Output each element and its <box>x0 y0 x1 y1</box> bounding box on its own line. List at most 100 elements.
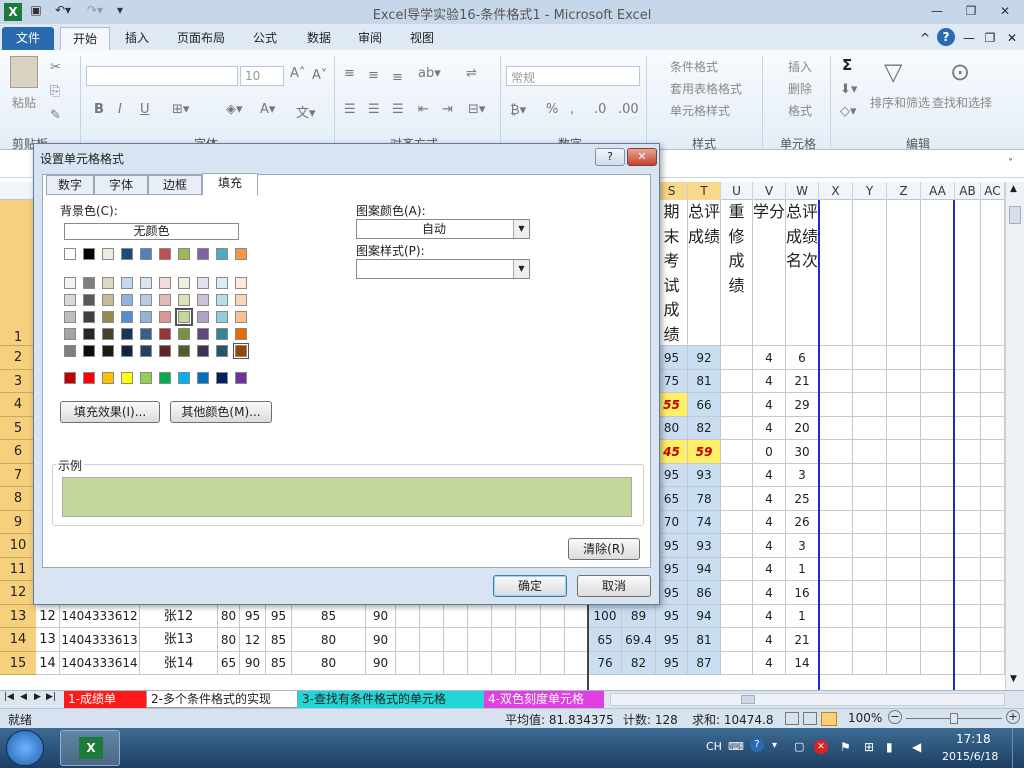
scroll-down-icon[interactable]: ▼ <box>1010 674 1017 684</box>
cell-AA11[interactable] <box>921 558 955 581</box>
cell-AA9[interactable] <box>921 511 955 534</box>
color-swatch[interactable] <box>178 248 190 260</box>
copy-icon[interactable]: ⎘ <box>50 84 60 99</box>
color-swatch[interactable] <box>159 328 171 340</box>
color-swatch[interactable] <box>175 308 193 326</box>
row-header-3[interactable]: 3 <box>0 370 36 393</box>
cell-AB6[interactable] <box>955 440 981 464</box>
color-swatch[interactable] <box>83 248 95 260</box>
cell-S15[interactable]: 95 <box>656 652 688 675</box>
tab-font[interactable]: 字体 <box>94 175 148 195</box>
cell-X6[interactable] <box>819 440 853 464</box>
color-swatch[interactable] <box>178 372 190 384</box>
color-swatch[interactable] <box>83 345 95 357</box>
color-swatch[interactable] <box>140 311 152 323</box>
prev-sheet-icon[interactable]: ◀ <box>20 692 27 702</box>
cell-AA15[interactable] <box>921 652 955 675</box>
sheet-tab-4[interactable]: 4-双色刻度单元格 <box>484 691 604 708</box>
cell-Z7[interactable] <box>887 464 921 487</box>
cell-AB3[interactable] <box>955 370 981 393</box>
header-cell-V[interactable]: 学分 <box>753 200 786 346</box>
ok-button[interactable]: 确定 <box>493 575 567 597</box>
cell-Z12[interactable] <box>887 581 921 605</box>
italic-button[interactable]: I <box>118 102 122 117</box>
cell-AC1[interactable] <box>981 200 1005 346</box>
tab-data[interactable]: 数据 <box>296 27 342 50</box>
cell-U5[interactable] <box>721 417 753 440</box>
cell-V6[interactable]: 0 <box>753 440 786 464</box>
cell-empty[interactable] <box>516 652 541 675</box>
cell-T15[interactable]: 87 <box>688 652 721 675</box>
format-cells-button[interactable]: 格式 <box>788 102 812 119</box>
page-break-view-icon[interactable] <box>821 712 837 726</box>
color-swatch[interactable] <box>197 372 209 384</box>
color-swatch[interactable] <box>121 248 133 260</box>
clock-time[interactable]: 17:18 <box>956 732 991 746</box>
color-swatch[interactable] <box>121 328 133 340</box>
cell-Z1[interactable] <box>887 200 921 346</box>
tab-insert[interactable]: 插入 <box>114 27 160 50</box>
cell-U3[interactable] <box>721 370 753 393</box>
grow-font-icon[interactable]: A˄ <box>290 66 305 81</box>
insert-cells-button[interactable]: 插入 <box>788 58 812 75</box>
cell-S2[interactable]: 95 <box>656 346 688 370</box>
cell-Z13[interactable] <box>887 605 921 628</box>
cell-T12[interactable]: 86 <box>688 581 721 605</box>
cell-X10[interactable] <box>819 534 853 558</box>
cell-empty[interactable] <box>492 628 517 652</box>
cell-U13[interactable] <box>721 605 753 628</box>
dialog-help-button[interactable]: ? <box>595 148 625 166</box>
cell-F14[interactable]: 85 <box>266 628 292 652</box>
cell-AA8[interactable] <box>921 487 955 511</box>
currency-icon[interactable]: ₿▾ <box>510 102 526 118</box>
find-select-icon[interactable]: ⊙ <box>950 58 970 86</box>
first-sheet-icon[interactable]: |◀ <box>4 692 14 702</box>
color-swatch[interactable] <box>102 328 114 340</box>
cell-U12[interactable] <box>721 581 753 605</box>
color-swatch[interactable] <box>64 248 76 260</box>
cell-T4[interactable]: 66 <box>688 393 721 417</box>
cell-V8[interactable]: 4 <box>753 487 786 511</box>
indent-increase-icon[interactable]: ⇥ <box>442 102 453 117</box>
cell-AB1[interactable] <box>955 200 981 346</box>
cell-empty[interactable] <box>444 605 469 628</box>
cell-AA10[interactable] <box>921 534 955 558</box>
cell-Q14[interactable]: 65 <box>589 628 622 652</box>
cell-Y8[interactable] <box>853 487 887 511</box>
cell-S13[interactable]: 95 <box>656 605 688 628</box>
cell-empty[interactable] <box>468 628 493 652</box>
fill-down-icon[interactable]: ⬇▾ <box>840 82 857 97</box>
color-swatch[interactable] <box>178 328 190 340</box>
keyboard-icon[interactable]: ⌨ <box>728 740 744 753</box>
zoom-level[interactable]: 100% <box>848 711 882 725</box>
cell-Z8[interactable] <box>887 487 921 511</box>
cell-W4[interactable]: 29 <box>786 393 819 417</box>
color-swatch[interactable] <box>102 277 114 289</box>
cell-empty[interactable] <box>420 605 445 628</box>
cell-AA7[interactable] <box>921 464 955 487</box>
cell-T8[interactable]: 78 <box>688 487 721 511</box>
color-swatch[interactable] <box>64 294 76 306</box>
cell-W15[interactable]: 14 <box>786 652 819 675</box>
color-swatch[interactable] <box>216 311 228 323</box>
cell-H15[interactable]: 90 <box>366 652 396 675</box>
cell-U10[interactable] <box>721 534 753 558</box>
cell-Z3[interactable] <box>887 370 921 393</box>
cell-W11[interactable]: 1 <box>786 558 819 581</box>
autosum-icon[interactable]: Σ <box>842 56 852 74</box>
column-header-Z[interactable]: Z <box>887 182 921 200</box>
cell-AC12[interactable] <box>981 581 1005 605</box>
color-swatch[interactable] <box>216 372 228 384</box>
cell-X7[interactable] <box>819 464 853 487</box>
cell-H14[interactable]: 90 <box>366 628 396 652</box>
clock-date[interactable]: 2015/6/18 <box>942 750 998 763</box>
color-swatch[interactable] <box>197 277 209 289</box>
color-swatch[interactable] <box>159 345 171 357</box>
cell-T6[interactable]: 59 <box>688 440 721 464</box>
cell-V14[interactable]: 4 <box>753 628 786 652</box>
cell-empty[interactable] <box>420 628 445 652</box>
cell-Z14[interactable] <box>887 628 921 652</box>
cell-AA12[interactable] <box>921 581 955 605</box>
cell-V11[interactable]: 4 <box>753 558 786 581</box>
cell-AC10[interactable] <box>981 534 1005 558</box>
